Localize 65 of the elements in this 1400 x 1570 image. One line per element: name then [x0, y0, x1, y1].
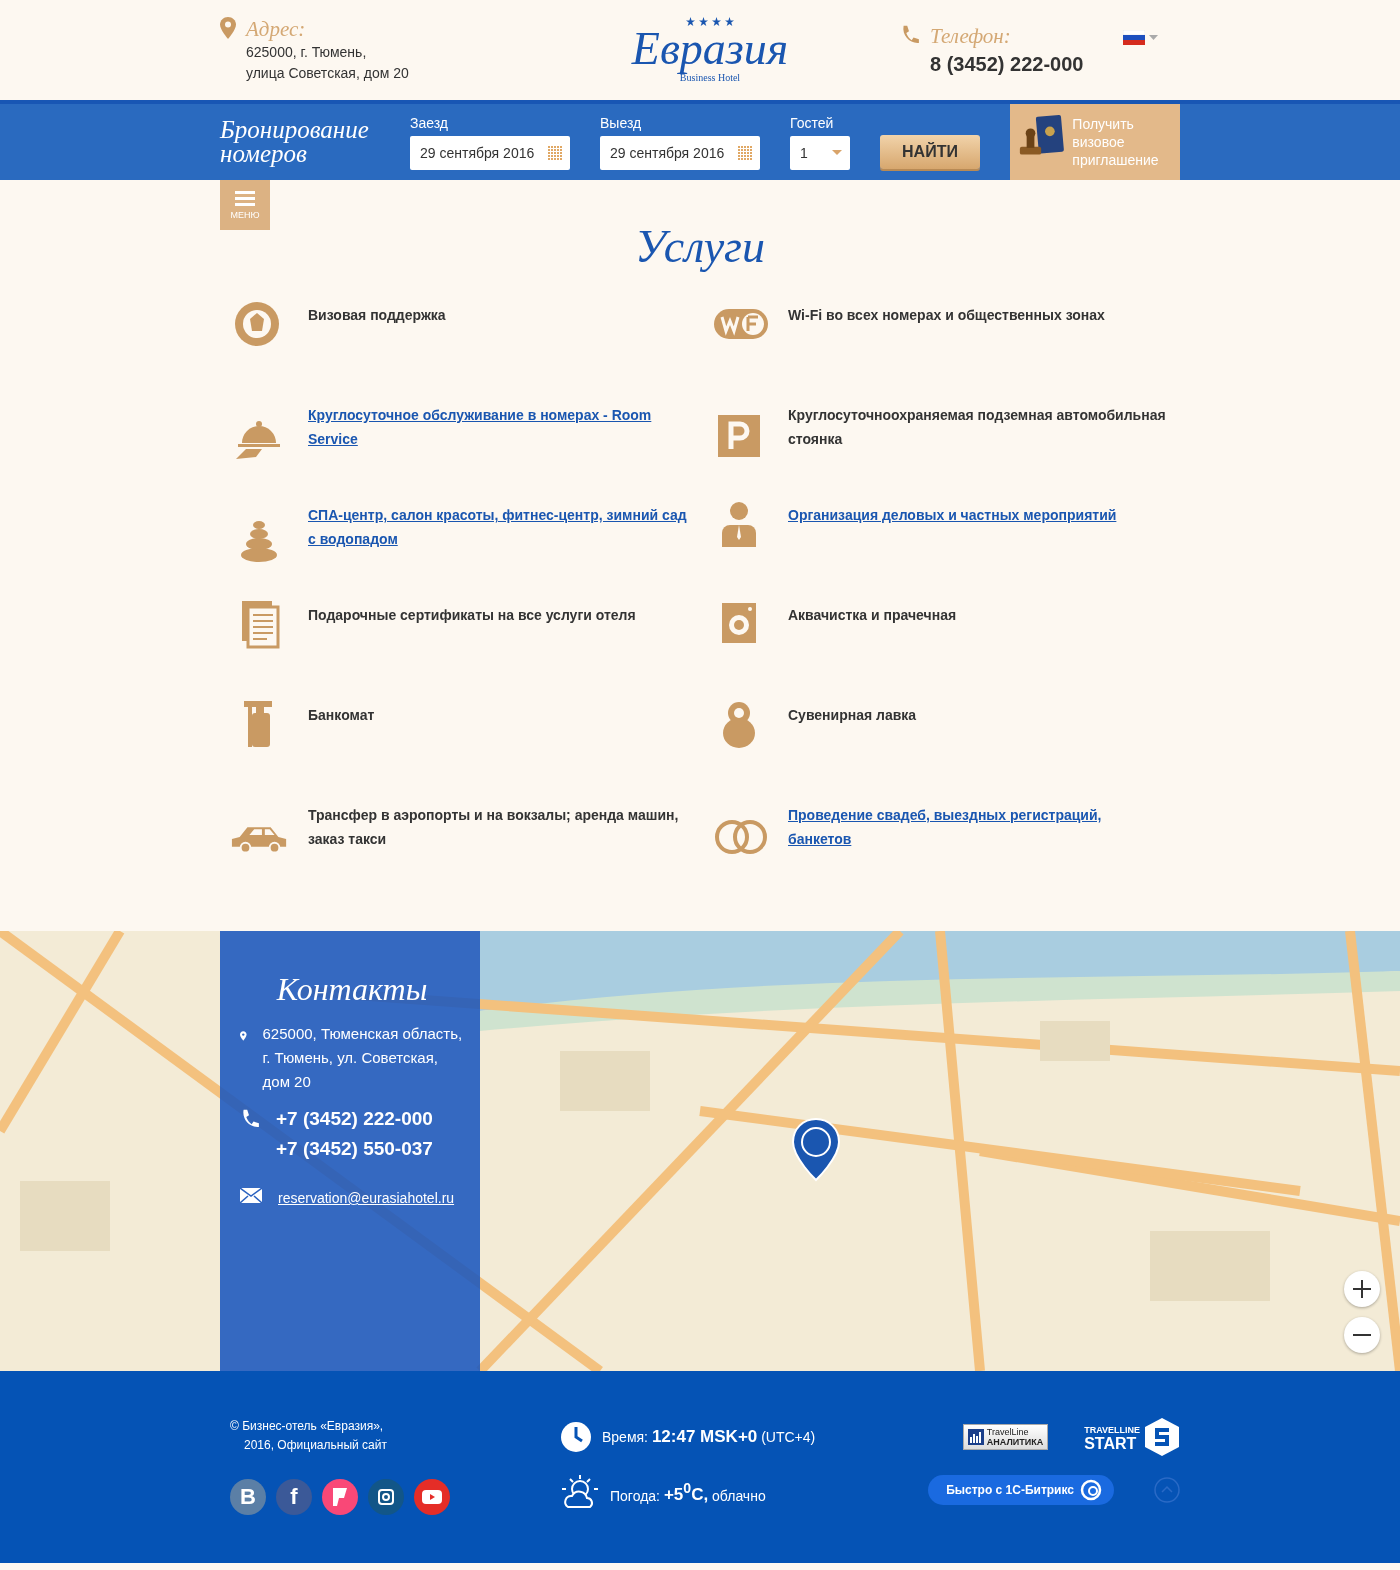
field-label: Заезд — [410, 114, 449, 131]
bitrix-badge[interactable]: Быстро с 1С-Битрикс — [928, 1475, 1114, 1505]
caret-icon — [832, 150, 842, 155]
contact-phone: +7 (3452) 222-000 — [276, 1107, 433, 1131]
swirl-icon — [1080, 1479, 1102, 1501]
service-label: Аквачистка и прачечная — [788, 606, 957, 625]
address-text: 625000, г. Тюмень, улица Советская, дом 20 — [246, 42, 409, 83]
star-icon — [699, 17, 708, 26]
copyright-text: © Бизнес-отель «Евразия», 2016, Официальный сайт — [230, 1418, 388, 1454]
service-link[interactable]: Проведение свадеб, выездных регистраций, банкетов — [788, 791, 1168, 851]
date-field[interactable]: 29 сентября 2016 — [600, 135, 760, 170]
foursquare-button[interactable] — [322, 1479, 358, 1515]
bookmark-icon — [333, 1488, 347, 1506]
contacts-title: Контакты — [275, 971, 429, 1008]
service-label: Сувенирная лавка — [788, 706, 917, 725]
phone-number: 8 (3452) 222-000 — [930, 53, 1084, 76]
star-icon — [686, 17, 695, 26]
facebook-button[interactable]: f — [276, 1479, 312, 1515]
contact-address: 625000, Тюменская область, г. Тюмень, ул. Советская, дом 20 — [262, 1024, 464, 1092]
service-label: Банкомат — [308, 706, 375, 725]
travelline-start-badge[interactable]: TRAVELLINE START — [1084, 1417, 1180, 1457]
hexagon-logo-icon — [1144, 1417, 1180, 1457]
section-title: Услуги — [634, 220, 766, 273]
bar-chart-icon — [967, 1429, 984, 1445]
service-label: Визовая поддержка — [308, 306, 446, 325]
time-text: Время: 12:47 MSK+0 (UTC+4) — [602, 1427, 816, 1447]
camera-icon — [378, 1489, 394, 1505]
russia-flag-icon[interactable] — [1123, 30, 1146, 45]
booking-title: Бронирование номеров — [220, 115, 370, 169]
field-label: Гостей — [790, 114, 835, 131]
service-label: Подарочные сертификаты на все услуги отеля — [308, 606, 636, 625]
play-icon — [422, 1490, 442, 1504]
service-label: Круглосуточноохраняемая подземная автомобильная стоянка — [788, 406, 1167, 449]
star-icon — [725, 17, 734, 26]
plus-icon — [1353, 1280, 1371, 1298]
logo-text: Евразия — [631, 26, 789, 72]
service-link[interactable]: Организация деловых и частных мероприятий — [788, 491, 1117, 527]
location-pin-icon — [220, 16, 236, 39]
hamburger-icon — [235, 190, 255, 206]
sun-cloud-icon — [560, 1475, 600, 1511]
contact-phone: +7 (3452) 550-037 — [276, 1137, 433, 1161]
service-link[interactable]: Круглосуточное обслуживание в номерах - Room Service — [308, 391, 688, 451]
service-link[interactable]: СПА-центр, салон красоты, фитнес-центр, зимний сад с водопадом — [308, 491, 688, 551]
calendar-icon — [738, 145, 752, 160]
service-label: Трансфер в аэропорты и на вокзалы; аренда машин, заказ такси — [308, 806, 680, 849]
email-link[interactable]: reservation@eurasiahotel.ru — [278, 1190, 455, 1206]
map-marker-icon — [791, 1117, 841, 1183]
address-label: Адрес: — [246, 16, 307, 42]
clock-icon — [560, 1421, 592, 1453]
star-icon — [712, 17, 721, 26]
instagram-button[interactable] — [368, 1479, 404, 1515]
field-label: Выезд — [600, 114, 643, 131]
youtube-button[interactable] — [414, 1479, 450, 1515]
service-label: Wi-Fi во всех номерах и общественных зонах — [788, 306, 1105, 325]
phone-icon — [240, 1108, 260, 1130]
date-field[interactable]: 29 сентября 2016 — [410, 135, 570, 170]
minus-icon — [1353, 1334, 1371, 1336]
guests-dropdown[interactable]: 1 — [790, 135, 850, 170]
search-button[interactable]: НАЙТИ — [880, 135, 980, 169]
vk-button[interactable]: B — [230, 1479, 266, 1515]
phone-label: Телефон: — [930, 24, 1012, 49]
envelope-icon — [240, 1188, 262, 1203]
travelline-analytics-badge[interactable]: TravelLine АНАЛИТИКА — [962, 1424, 1049, 1450]
weather-text: Погода: +5$^{0}$C, облачно — [610, 1480, 766, 1506]
calendar-icon — [548, 145, 562, 160]
